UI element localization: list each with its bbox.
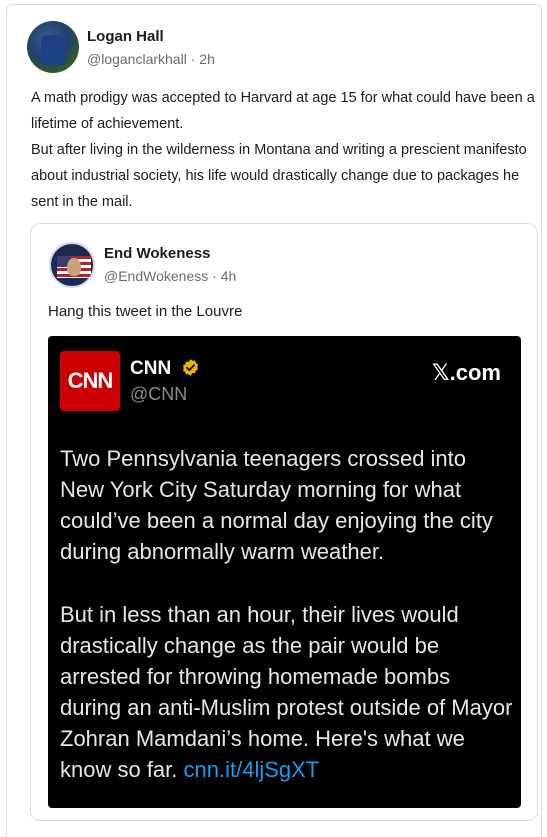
verified-badge-icon — [182, 359, 199, 376]
embed-account-handle: @CNN — [130, 384, 188, 404]
post-card: Logan Hall @loganclarkhall · 2h A math p… — [6, 4, 542, 837]
embed-paragraph-1: Two Pennsylvania teenagers crossed into … — [60, 446, 493, 564]
quoted-author-avatar[interactable] — [49, 242, 95, 288]
site-watermark: 𝕏.com — [431, 360, 501, 385]
author-name[interactable]: Logan Hall — [87, 28, 164, 45]
quoted-handle[interactable]: @EndWokeness — [104, 268, 208, 284]
embed-link[interactable]: cnn.it/4ljSgXT — [184, 757, 320, 782]
author-meta: @loganclarkhall · 2h — [87, 51, 215, 67]
quoted-time[interactable]: 4h — [221, 268, 237, 284]
quoted-text: Hang this tweet in the Louvre — [48, 303, 243, 320]
meta-separator: · — [212, 268, 217, 284]
post-paragraph-2: But after living in the wilderness in Mo… — [31, 142, 527, 210]
quoted-author-meta: @EndWokeness · 4h — [104, 268, 236, 284]
embed-paragraph-2-text: But in less than an hour, their lives wo… — [60, 602, 513, 782]
embedded-image[interactable]: CNN CNN @CNN 𝕏.com Two Pennsylvania teen… — [48, 336, 521, 808]
embed-account-name: CNN — [130, 358, 172, 379]
quoted-author-name[interactable]: End Wokeness — [104, 245, 210, 262]
cnn-logo: CNN — [60, 351, 120, 411]
post-paragraph-1: A math prodigy was accepted to Harvard a… — [31, 90, 535, 132]
avatar-figure — [41, 35, 65, 65]
author-handle[interactable]: @loganclarkhall — [87, 51, 187, 67]
post-time[interactable]: 2h — [199, 51, 215, 67]
avatar-face — [67, 258, 81, 276]
embed-paragraph-2: But in less than an hour, their lives wo… — [60, 599, 515, 785]
author-avatar[interactable] — [27, 21, 79, 73]
meta-separator: · — [190, 51, 196, 67]
quoted-post[interactable]: End Wokeness @EndWokeness · 4h Hang this… — [30, 223, 538, 821]
